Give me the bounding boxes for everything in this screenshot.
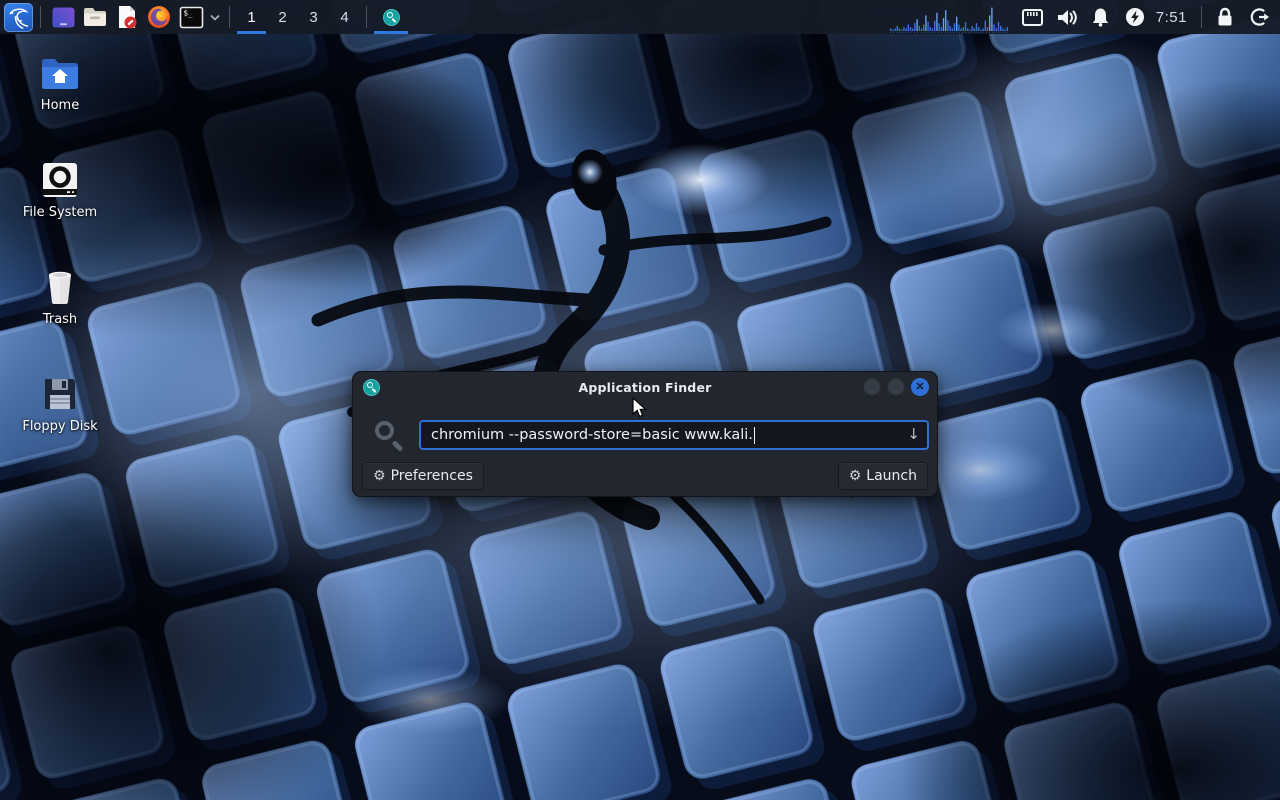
svg-text:$_: $_ [183,8,193,17]
dialog-title: Application Finder [353,380,937,395]
file-manager-launcher[interactable] [79,0,111,34]
firefox-launcher[interactable] [143,0,175,34]
desktop-icon-label: Home [10,98,110,113]
power-bolt-icon [1125,7,1145,27]
desktop-icon-trash[interactable]: Trash [10,268,110,327]
gear-icon: ⚙ [373,469,386,483]
text-editor-icon [114,4,140,30]
floppy-disk-icon [10,375,110,413]
lock-icon [1216,7,1234,27]
text-caret [754,427,755,444]
hard-drive-icon [10,161,110,199]
ethernet-icon [1022,9,1043,26]
firefox-icon [146,4,172,30]
trash-bin-icon [10,268,110,306]
panel-separator [1201,6,1202,28]
minimize-button[interactable] [863,378,881,396]
notifications-tray-icon[interactable] [1084,0,1118,34]
workspace-2-button[interactable]: 2 [267,0,298,34]
kali-logo-icon [4,3,33,32]
launcher-dropdown-arrow[interactable] [207,0,223,34]
application-finder-icon [363,379,380,396]
terminal-icon: $_ [179,5,204,30]
terminal-launcher[interactable]: $_ [175,0,207,34]
logout-button[interactable] [1242,0,1276,34]
panel-clock[interactable]: 7:51 [1152,0,1195,34]
applications-menu-button[interactable] [2,0,34,34]
panel-separator [40,6,41,28]
command-input[interactable]: chromium --password-store=basic www.kali… [419,420,929,450]
desktop-icon-home[interactable]: Home [10,56,110,113]
preferences-label: Preferences [391,468,473,484]
workspace-4-button[interactable]: 4 [329,0,360,34]
folder-icon [82,4,108,30]
application-finder-icon [383,9,400,26]
workspace-label: 4 [340,9,348,26]
volume-tray-icon[interactable] [1050,0,1084,34]
desktop-icon-floppy-disk[interactable]: Floppy Disk [10,375,110,434]
dialog-button-row: ⚙ Preferences ⚙ Launch [353,462,937,490]
text-editor-launcher[interactable] [111,0,143,34]
workspace-3-button[interactable]: 3 [298,0,329,34]
top-panel: $_ 1 2 3 4 [0,0,1280,34]
workspace-label: 1 [247,9,255,26]
bell-icon [1091,7,1110,27]
power-manager-tray-icon[interactable] [1118,0,1152,34]
desktop-icon-label: File System [10,205,110,220]
maximize-button[interactable] [887,378,905,396]
show-desktop-launcher[interactable] [47,0,79,34]
application-finder-window: Application Finder ✕ chromium --password… [352,371,938,497]
chevron-down-icon [210,14,220,21]
network-tray-icon[interactable] [1016,0,1050,34]
desktop-icon-file-system[interactable]: File System [10,161,110,220]
command-input-value: chromium --password-store=basic www.kali… [431,427,753,443]
launch-icon: ⚙ [849,469,862,483]
desktop-icon-label: Trash [10,312,110,327]
home-folder-icon [10,56,110,92]
close-button[interactable]: ✕ [911,378,929,396]
desktop-icon-label: Floppy Disk [10,419,110,434]
launch-button[interactable]: ⚙ Launch [838,462,928,490]
cpu-graph[interactable] [890,0,1016,34]
panel-separator [229,6,230,28]
desktop-icon [51,5,76,30]
panel-separator [366,6,367,28]
preferences-button[interactable]: ⚙ Preferences [362,462,484,490]
search-icon [373,419,407,453]
workspace-1-button[interactable]: 1 [236,0,267,34]
speaker-icon [1056,8,1078,27]
workspace-label: 2 [278,9,286,26]
screen-lock-button[interactable] [1208,0,1242,34]
logout-icon [1249,7,1270,27]
mouse-cursor [632,397,648,419]
workspace-label: 3 [309,9,317,26]
entry-dropdown-icon[interactable]: ↓ [907,425,920,443]
taskbar-application-finder[interactable] [373,0,409,34]
launch-label: Launch [866,468,917,484]
